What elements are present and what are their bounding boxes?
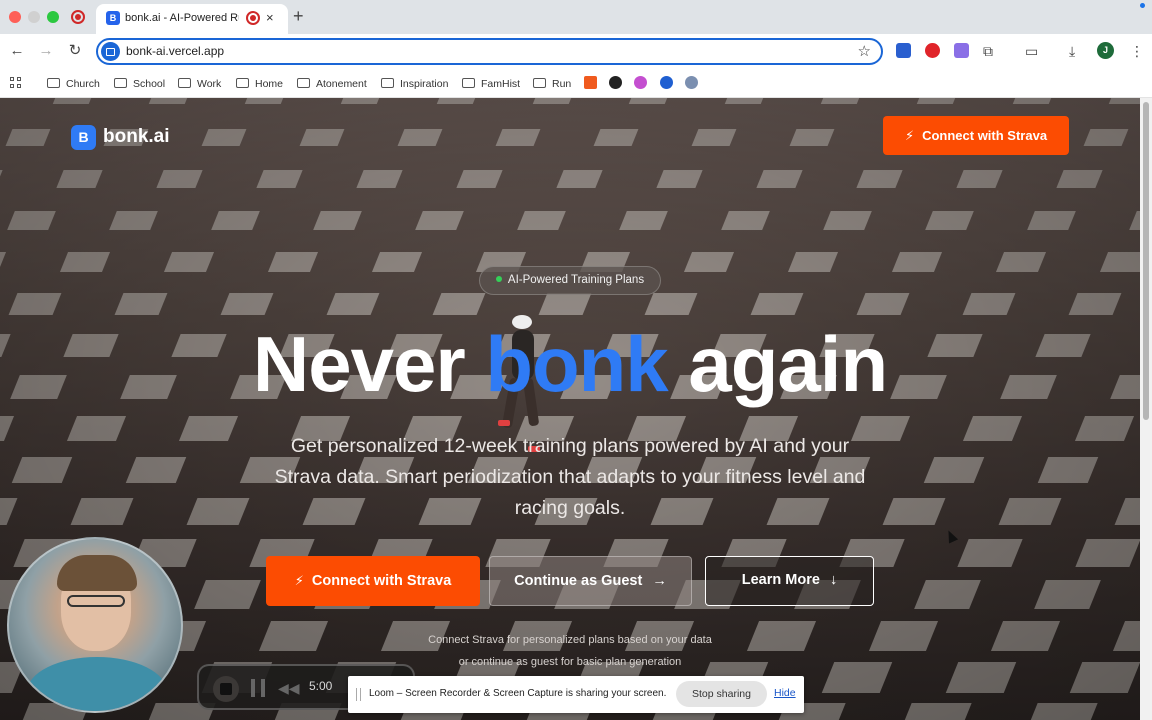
ai-extension-icon[interactable] [954, 43, 969, 58]
folder-icon [47, 78, 60, 88]
header-connect-strava-button[interactable]: ⚡ Connect with Strava [883, 116, 1069, 155]
continue-guest-button[interactable]: Continue as Guest → [489, 556, 692, 606]
tab-title: bonk.ai - AI-Powered Run [125, 12, 239, 24]
screen-share-banner: Loom – Screen Recorder & Screen Capture … [348, 676, 804, 713]
bookmark-star-icon[interactable]: ☆ [858, 42, 871, 60]
browser-toolbar: ← → ↻ bonk-ai.vercel.app ☆ ⧉ ▭ ⤓ J ⋮ [0, 34, 1152, 70]
site-info-icon[interactable] [101, 42, 120, 61]
minimize-window-button[interactable] [28, 11, 40, 23]
folder-icon [462, 78, 475, 88]
folder-icon [114, 78, 127, 88]
url-text: bonk-ai.vercel.app [126, 44, 225, 58]
bookmark-cloud-icon[interactable] [685, 76, 698, 89]
bookmarks-bar: Church School Work Home Atonement Inspir… [0, 70, 1152, 98]
folder-icon [236, 78, 249, 88]
learn-more-button[interactable]: Learn More ↓ [705, 556, 874, 606]
folder-icon [297, 78, 310, 88]
drag-handle-icon[interactable] [356, 688, 361, 701]
tab-recording-icon [246, 11, 260, 25]
extensions-puzzle-icon[interactable]: ⧉ [983, 42, 993, 60]
tab-search-icon[interactable] [1140, 3, 1145, 8]
restart-recording-icon[interactable]: ◀◀ [278, 676, 300, 700]
downloads-icon[interactable]: ⤓ [1069, 42, 1075, 60]
stop-recording-button[interactable] [213, 676, 239, 702]
address-bar[interactable]: bonk-ai.vercel.app ☆ [96, 38, 883, 65]
tab-bonk-ai[interactable]: B bonk.ai - AI-Powered Run × [96, 4, 288, 34]
bitwarden-extension-icon[interactable] [896, 43, 911, 58]
bookmark-openai-icon[interactable] [609, 76, 622, 89]
browser-window: B bonk.ai - AI-Powered Run × + ← → ↻ bon… [0, 0, 1152, 720]
status-dot-icon [495, 276, 502, 282]
page-scrollbar[interactable] [1140, 98, 1152, 720]
pause-recording-button[interactable] [251, 679, 265, 697]
maximize-window-button[interactable] [47, 11, 59, 23]
hero-headline: Never bonk again [252, 320, 888, 408]
bookmark-atonement[interactable]: Atonement [297, 76, 367, 92]
bookmark-famhist[interactable]: FamHist [462, 76, 520, 92]
tab-search-toolbar-icon[interactable]: ▭ [1025, 42, 1038, 60]
ai-badge: AI-Powered Training Plans [479, 266, 661, 295]
logo-text: bonk.ai [103, 126, 170, 147]
bookmark-church[interactable]: Church [47, 76, 100, 92]
bookmark-claude-icon[interactable] [584, 76, 597, 89]
bookmark-home[interactable]: Home [236, 76, 283, 92]
arrow-right-icon: → [652, 573, 667, 589]
bookmark-school[interactable]: School [114, 76, 165, 92]
strava-icon: ⚡ [904, 128, 915, 143]
forward-button[interactable]: → [35, 40, 57, 62]
webcam-bubble[interactable] [7, 537, 183, 713]
connect-strava-button[interactable]: ⚡ Connect with Strava [266, 556, 480, 606]
apps-grid-icon[interactable] [10, 77, 22, 89]
folder-icon [178, 78, 191, 88]
arrow-down-icon: ↓ [829, 572, 838, 588]
recording-timer: 5:00 [309, 679, 333, 693]
strava-icon: ⚡ [294, 573, 304, 588]
stop-sharing-button[interactable]: Stop sharing [676, 681, 767, 707]
close-window-button[interactable] [9, 11, 21, 23]
bookmark-rocket-icon[interactable] [634, 76, 647, 89]
bookmark-inspiration[interactable]: Inspiration [381, 76, 448, 92]
menu-kebab-icon[interactable]: ⋮ [1130, 42, 1144, 60]
headline-accent: bonk [485, 320, 668, 408]
back-button[interactable]: ← [6, 40, 28, 62]
opera-extension-icon[interactable] [925, 43, 940, 58]
tab-close-icon[interactable]: × [266, 10, 274, 26]
recording-indicator-icon [71, 10, 85, 24]
bookmark-run[interactable]: Run [533, 76, 571, 92]
bookmark-gear-icon[interactable] [660, 76, 673, 89]
tab-strip: B bonk.ai - AI-Powered Run × + [0, 0, 1152, 34]
logo-mark-icon: B [71, 125, 96, 150]
hero-subtitle: Get personalized 12-week training plans … [274, 435, 866, 519]
profile-avatar[interactable]: J [1097, 42, 1114, 59]
folder-icon [381, 78, 394, 88]
folder-icon [533, 78, 546, 88]
hide-banner-link[interactable]: Hide [774, 687, 796, 699]
bookmark-work[interactable]: Work [178, 76, 221, 92]
reload-button[interactable]: ↻ [64, 40, 86, 62]
tab-favicon-icon: B [106, 11, 120, 25]
share-status-text: Loom – Screen Recorder & Screen Capture … [369, 688, 667, 699]
new-tab-button[interactable]: + [293, 6, 304, 26]
scrollbar-thumb[interactable] [1143, 102, 1149, 420]
